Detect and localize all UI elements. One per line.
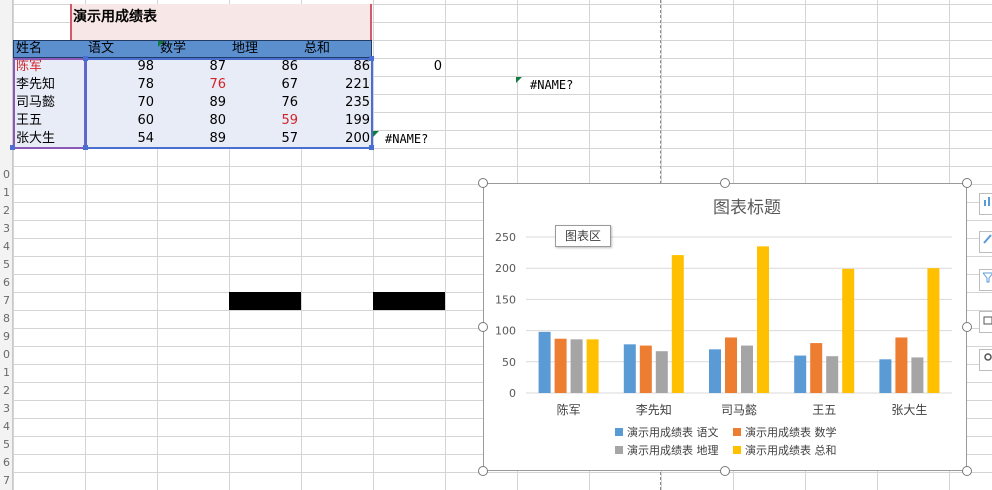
chart-settings-button[interactable] <box>979 349 992 371</box>
chart-data-range-highlight <box>85 58 373 149</box>
bar-chart-icon <box>984 197 990 206</box>
row-number[interactable]: 0 <box>0 166 10 184</box>
bar <box>639 345 652 393</box>
legend-label: 演示用成绩表 地理 <box>627 443 719 457</box>
chart-resize-handle[interactable] <box>720 178 730 188</box>
legend-swatch <box>615 428 623 436</box>
bar <box>911 357 924 393</box>
range-corner-handle[interactable] <box>83 145 88 150</box>
range-corner-handle[interactable] <box>83 56 88 61</box>
bar <box>757 246 769 393</box>
bar <box>655 351 668 393</box>
cell-indicator-icon <box>158 41 164 47</box>
chart-styles-button[interactable] <box>979 231 992 253</box>
x-tick-label: 李先知 <box>636 402 672 417</box>
chart-area-tooltip: 图表区 <box>555 225 611 247</box>
header-name[interactable]: 姓名 <box>13 40 85 58</box>
row-number[interactable]: 5 <box>0 436 10 454</box>
filter-icon <box>981 272 992 283</box>
chart-resize-handle[interactable] <box>478 178 488 188</box>
y-tick-label: 0 <box>509 387 516 400</box>
bar <box>554 338 567 393</box>
bar <box>671 255 684 393</box>
chart-resize-handle[interactable] <box>962 466 972 476</box>
bar <box>842 268 855 393</box>
row-number[interactable]: 9 <box>0 328 10 346</box>
row-number[interactable]: 6 <box>0 454 10 472</box>
bar <box>586 339 599 393</box>
legend-label: 演示用成绩表 数学 <box>745 425 837 439</box>
chart-layout-icon <box>983 316 992 325</box>
legend-swatch <box>733 428 741 436</box>
sheet-title: 演示用成绩表 <box>73 9 157 25</box>
chart-elements-button[interactable] <box>979 193 992 215</box>
chart-filters-button[interactable] <box>979 269 992 291</box>
bar <box>709 349 721 393</box>
y-tick-label: 50 <box>502 356 516 369</box>
y-tick-label: 100 <box>495 325 516 338</box>
chart-resize-handle[interactable] <box>962 322 972 332</box>
range-resize-handle[interactable] <box>369 145 374 150</box>
bar <box>538 331 551 393</box>
y-tick-label: 200 <box>495 262 516 275</box>
chart-title: 图表标题 <box>713 198 781 218</box>
bar <box>927 268 940 393</box>
row-header-strip[interactable]: 012345678901234567 <box>0 0 13 490</box>
row-number[interactable]: 6 <box>0 274 10 292</box>
chart-resize-handle[interactable] <box>478 322 488 332</box>
series-name-range-highlight <box>13 58 86 149</box>
chart-resize-handle[interactable] <box>478 466 488 476</box>
header-yuwen[interactable]: 语文 <box>85 40 157 58</box>
brush-icon <box>983 234 992 244</box>
cell-zero[interactable]: 0 <box>373 58 445 76</box>
error-indicator-icon <box>373 131 379 137</box>
row-number[interactable]: 4 <box>0 418 10 436</box>
row-number[interactable]: 5 <box>0 256 10 274</box>
row-number[interactable]: 1 <box>0 184 10 202</box>
row-number[interactable]: 2 <box>0 382 10 400</box>
bar <box>794 355 807 393</box>
row-number[interactable]: 7 <box>0 292 10 310</box>
x-tick-label: 司马懿 <box>721 402 757 417</box>
bar <box>810 343 823 393</box>
cell-name-error[interactable]: #NAME? <box>527 76 637 94</box>
legend-swatch <box>615 446 623 454</box>
bar <box>623 344 636 393</box>
legend-label: 演示用成绩表 总和 <box>745 443 837 457</box>
y-tick-label: 250 <box>495 231 516 244</box>
bar <box>895 337 908 393</box>
header-shuxue[interactable]: 数学 <box>157 40 229 58</box>
y-tick-label: 150 <box>495 293 516 306</box>
legend-label: 演示用成绩表 语文 <box>627 425 719 439</box>
header-zonghe[interactable]: 总和 <box>301 40 373 58</box>
gear-icon <box>984 353 992 361</box>
bar <box>826 356 839 393</box>
chart-resize-handle[interactable] <box>962 178 972 188</box>
legend-swatch <box>733 446 741 454</box>
bar <box>725 337 737 393</box>
row-number[interactable]: 2 <box>0 202 10 220</box>
bar <box>879 359 892 393</box>
chart-resize-handle[interactable] <box>720 466 730 476</box>
row-number[interactable]: 3 <box>0 400 10 418</box>
filled-black-cell[interactable] <box>373 292 445 310</box>
row-number[interactable]: 1 <box>0 364 10 382</box>
cell-name-error[interactable]: #NAME? <box>382 130 482 148</box>
error-indicator-icon <box>516 77 522 83</box>
header-dili[interactable]: 地理 <box>229 40 301 58</box>
bar <box>741 345 753 393</box>
x-tick-label: 王五 <box>812 403 836 417</box>
x-tick-label: 张大生 <box>891 403 927 417</box>
filled-black-cell[interactable] <box>229 292 301 310</box>
row-number[interactable]: 4 <box>0 238 10 256</box>
bar <box>570 339 583 393</box>
row-number[interactable]: 3 <box>0 220 10 238</box>
row-number[interactable]: 7 <box>0 472 10 490</box>
x-tick-label: 陈军 <box>557 402 581 417</box>
range-corner-handle[interactable] <box>10 145 15 150</box>
row-number[interactable]: 8 <box>0 310 10 328</box>
row-number[interactable]: 0 <box>0 346 10 364</box>
chart-layout-button[interactable] <box>979 311 992 333</box>
